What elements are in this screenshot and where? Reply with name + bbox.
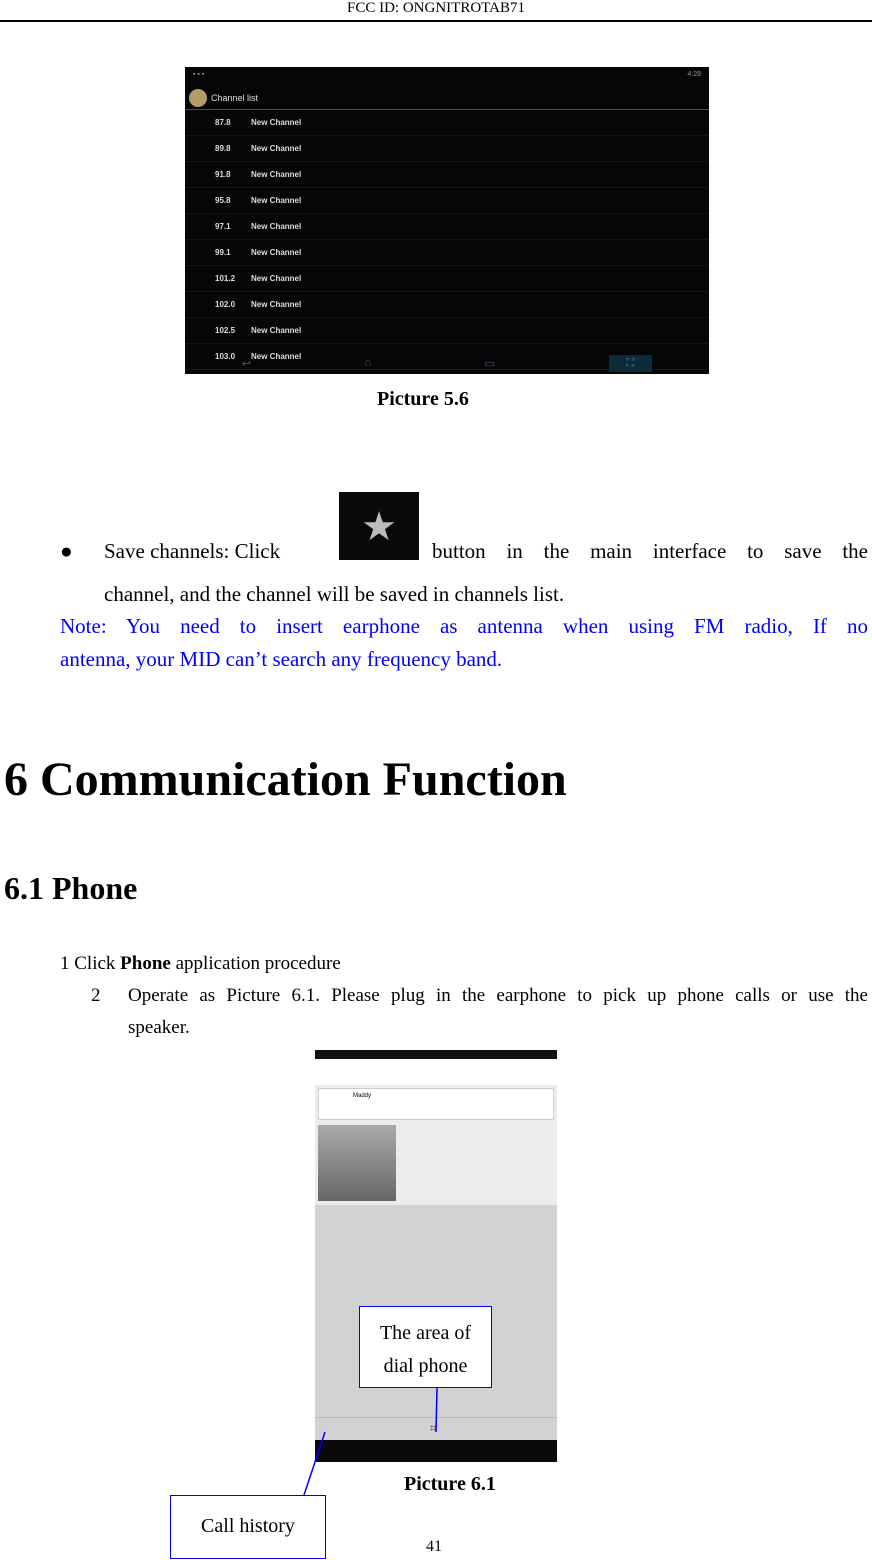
callout-lines [303,1387,438,1496]
dial-callout-line [435,1387,438,1433]
page-number: 41 [426,1538,442,1555]
document-page: FCC ID: ONGNITROTAB71 ▪ ▪ ▪ 4:28 Channel … [0,0,872,1560]
caption-picture-6-1: Picture 6.1 [404,1473,496,1495]
callout-call-history: Call history [170,1495,326,1559]
history-callout-line [303,1431,326,1496]
